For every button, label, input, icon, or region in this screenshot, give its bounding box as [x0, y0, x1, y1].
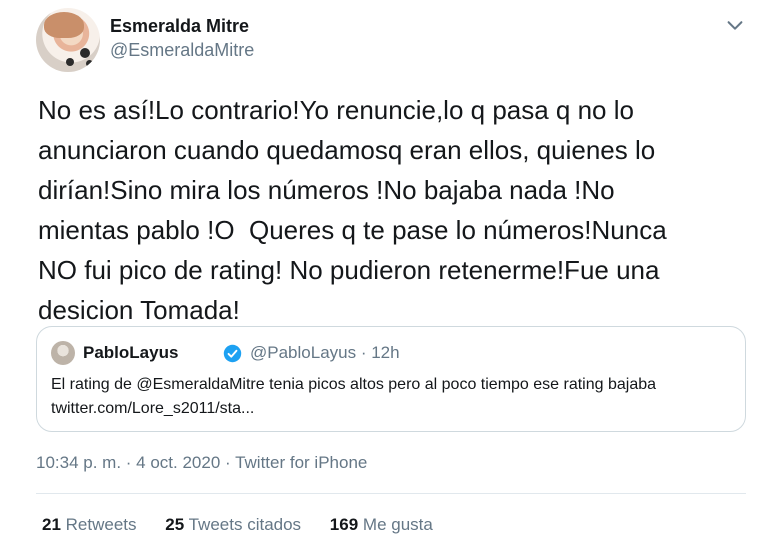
author-handle[interactable]: @EsmeraldaMitre: [110, 40, 254, 61]
likes-stat[interactable]: 169 Me gusta: [330, 515, 433, 535]
likes-count: 169: [329, 515, 359, 534]
avatar-detail: [86, 60, 93, 67]
avatar-detail: [66, 58, 74, 66]
quoted-text: El rating de @EsmeraldaMitre tenia picos…: [51, 376, 657, 417]
likes-label: Me gusta: [362, 515, 433, 534]
retweets-stat[interactable]: 21 Retweets: [42, 515, 137, 535]
divider: [36, 493, 746, 494]
quoted-tweet[interactable]: PabloLayus @PabloLayus · 12h El rating d…: [36, 326, 746, 432]
chevron-down-icon[interactable]: [724, 14, 746, 36]
tweet-text: No es así!Lo contrario!Yo renuncie,lo q …: [38, 95, 667, 325]
quotes-stat[interactable]: 25 Tweets citados: [165, 515, 301, 535]
author-display-name[interactable]: Esmeralda Mitre: [110, 16, 249, 37]
quotes-count: 25: [165, 515, 185, 534]
author-avatar[interactable]: [36, 8, 100, 72]
avatar-hair-shape: [44, 12, 84, 38]
quoted-handle-time: @PabloLayus · 12h: [250, 343, 400, 362]
engagement-stats: 21 Retweets 25 Tweets citados 169 Me gus…: [42, 515, 457, 535]
retweets-count: 21: [42, 515, 61, 534]
tweet-card: Esmeralda Mitre @EsmeraldaMitre No es as…: [0, 0, 767, 540]
quotes-label: Tweets citados: [188, 515, 302, 534]
quoted-author-avatar: [51, 341, 75, 365]
retweets-label: Retweets: [65, 515, 137, 534]
avatar-detail: [80, 48, 90, 58]
verified-badge-icon: [223, 344, 242, 363]
quoted-author-name: PabloLayus: [83, 343, 179, 362]
tweet-timestamp-source[interactable]: 10:34 p. m. · 4 oct. 2020 · Twitter for …: [36, 453, 367, 473]
